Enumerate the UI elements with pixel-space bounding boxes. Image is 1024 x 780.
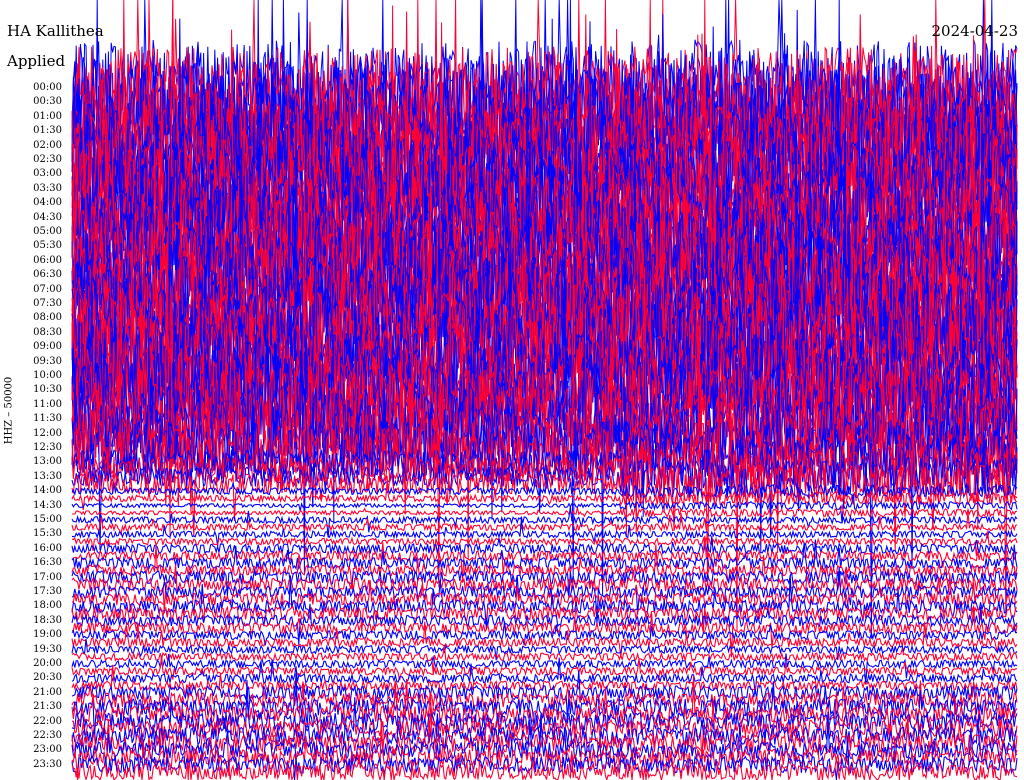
time-label: 20:30 <box>33 672 62 684</box>
time-label: 20:00 <box>33 658 62 669</box>
time-label: 18:00 <box>33 600 62 612</box>
time-label: 01:00 <box>33 110 62 122</box>
time-label: 07:00 <box>33 283 62 295</box>
time-label: 16:30 <box>33 557 62 569</box>
time-label: 03:30 <box>33 182 62 194</box>
time-label: 23:30 <box>33 758 62 770</box>
time-label: 22:30 <box>33 730 62 741</box>
time-label: 17:00 <box>33 571 62 583</box>
helicorder-plot <box>71 0 1018 780</box>
trace-row <box>71 503 1018 519</box>
time-label: 17:30 <box>33 586 62 597</box>
time-label: 15:00 <box>33 514 62 525</box>
time-label: 15:30 <box>33 528 62 540</box>
time-label: 00:30 <box>33 96 62 108</box>
station-title: HA Kallithea <box>7 22 104 40</box>
filter-applied-label: Applied <box>7 52 66 70</box>
time-label: 19:00 <box>33 629 62 641</box>
date-label: 2024-04-23 <box>931 22 1018 40</box>
time-label: 13:30 <box>33 470 62 482</box>
time-label: 21:30 <box>33 701 62 713</box>
time-label: 14:00 <box>33 485 62 497</box>
time-label: 01:30 <box>33 125 62 137</box>
time-label: 13:00 <box>33 456 62 468</box>
time-label: 22:00 <box>33 715 62 727</box>
channel-label: HHZ – 50000 <box>3 376 15 445</box>
time-label: 14:30 <box>33 499 62 511</box>
time-label: 19:30 <box>33 643 62 655</box>
time-label: 04:30 <box>33 211 62 223</box>
time-label: 02:30 <box>33 154 62 165</box>
time-label: 05:30 <box>33 240 62 252</box>
time-label: 09:00 <box>33 341 62 353</box>
time-label: 07:30 <box>33 298 62 309</box>
time-label: 16:00 <box>33 542 62 554</box>
time-label: 04:00 <box>33 197 62 209</box>
time-label: 05:00 <box>33 226 62 237</box>
time-label: 03:00 <box>33 168 62 180</box>
time-label: 06:30 <box>33 269 62 281</box>
time-label: 21:00 <box>33 686 62 698</box>
time-label: 18:30 <box>33 614 62 626</box>
helicorder-chart: 00:00 00:30 01:00 01:30 02:00 02:30 03:00 03:30… <box>0 0 1024 780</box>
time-label: 06:00 <box>33 254 62 266</box>
time-label: 08:00 <box>33 312 62 324</box>
time-label: 08:30 <box>33 326 62 338</box>
time-label: 02:00 <box>33 139 62 151</box>
time-label: 00:00 <box>33 82 62 93</box>
time-label: 23:00 <box>33 744 62 756</box>
